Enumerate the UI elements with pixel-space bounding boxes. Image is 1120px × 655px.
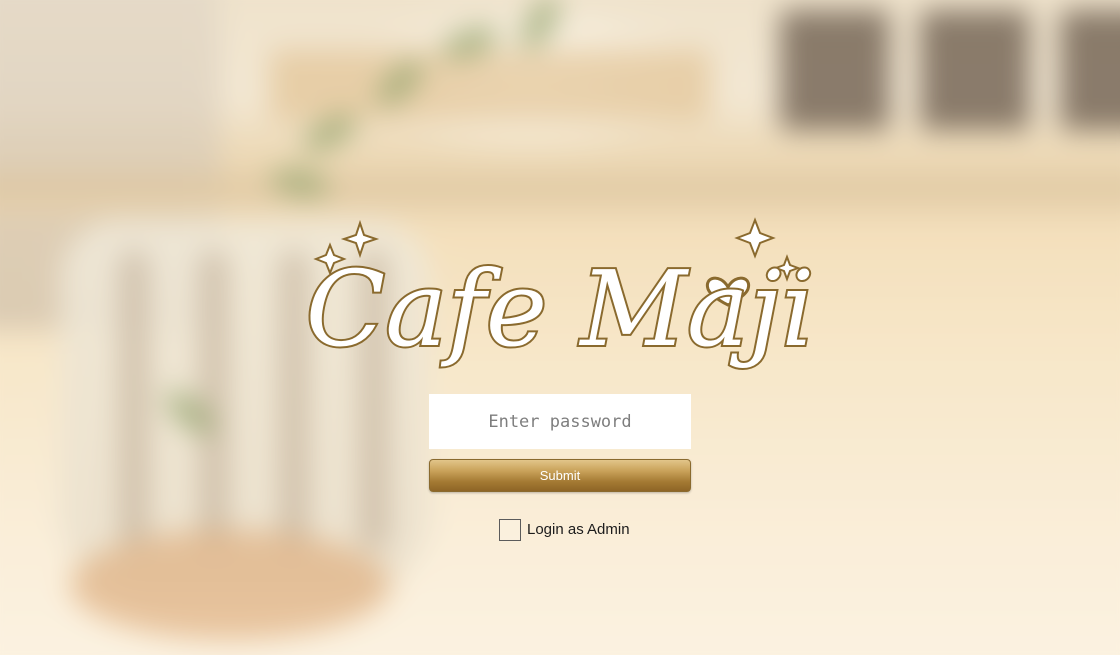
admin-checkbox-label[interactable]: Login as Admin (527, 521, 630, 538)
logo-text: Cafe Maji (306, 248, 815, 370)
submit-button[interactable]: Submit (429, 459, 691, 492)
login-screen: Cafe Maji Submit Login as Admin (0, 0, 1120, 655)
cafe-maji-logo: Cafe Maji (300, 205, 820, 395)
password-input[interactable] (429, 394, 691, 449)
admin-login-option[interactable]: Login as Admin (499, 517, 630, 542)
admin-checkbox[interactable] (499, 518, 521, 541)
